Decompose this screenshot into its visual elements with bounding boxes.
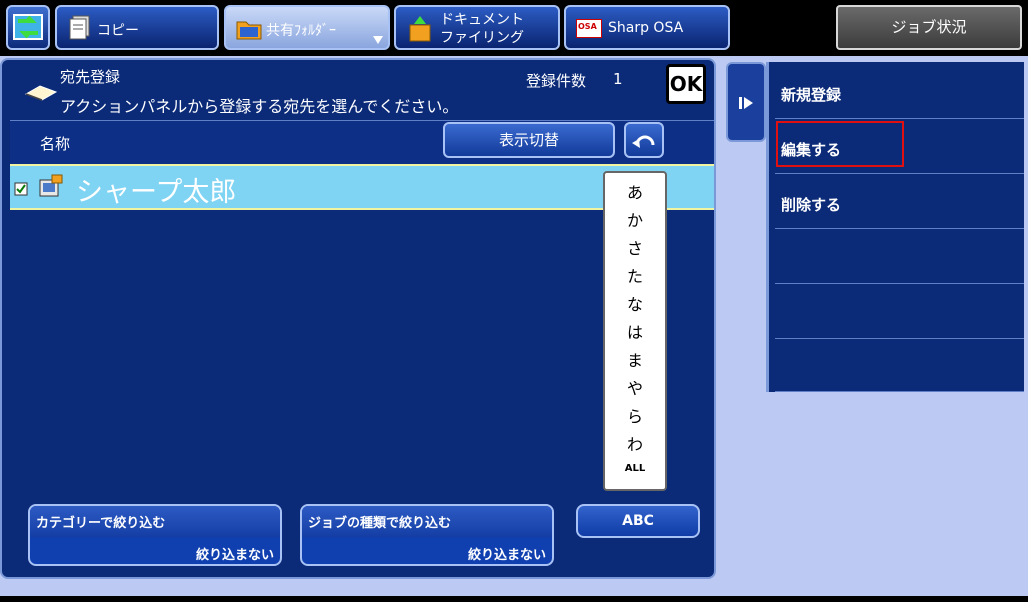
document-filing-icon: [409, 16, 431, 42]
action-panel-toggle[interactable]: [726, 62, 766, 142]
collapse-arrow-icon: [739, 97, 753, 109]
contact-name: シャープ太郎: [76, 177, 237, 208]
kana-index-item[interactable]: た: [605, 263, 665, 287]
kana-index-item[interactable]: な: [605, 291, 665, 315]
toggle-display-button[interactable]: 表示切替: [443, 122, 615, 158]
kana-index-item[interactable]: か: [605, 207, 665, 231]
kana-index-item[interactable]: は: [605, 319, 665, 343]
kana-index-item[interactable]: わ: [605, 431, 665, 455]
undo-icon: [632, 135, 655, 148]
tab-document-filing-label-1: ドキュメント: [440, 12, 524, 28]
tab-document-filing-label-2: ファイリング: [440, 30, 524, 46]
column-name-label: 名称: [40, 135, 71, 153]
kana-index-item[interactable]: さ: [605, 235, 665, 259]
book-icon: [24, 85, 58, 101]
home-refresh-icon: [13, 14, 43, 40]
checked-icon: [14, 182, 28, 196]
ok-button[interactable]: OK: [666, 64, 706, 104]
kana-index: あ か さ た な は ま や ら わ ALL: [603, 171, 667, 491]
edit-highlight-box: [776, 121, 904, 167]
job-status-button[interactable]: ジョブ状況: [836, 5, 1022, 50]
tab-document-filing[interactable]: ドキュメント ファイリング: [394, 5, 560, 50]
back-button[interactable]: [624, 122, 664, 158]
count-label: 登録件数: [526, 72, 587, 90]
kana-index-item[interactable]: あ: [605, 179, 665, 203]
jobtype-filter-title: ジョブの種類で絞り込む: [302, 506, 552, 537]
action-new-registration[interactable]: 新規登録: [775, 64, 1024, 119]
action-empty-slot: [775, 229, 1024, 284]
kana-index-all[interactable]: ALL: [605, 463, 665, 474]
jobtype-filter-button[interactable]: ジョブの種類で絞り込む 絞り込まない: [300, 504, 554, 566]
tab-shared-folder[interactable]: 共有ﾌｫﾙﾀﾞｰ: [224, 5, 390, 50]
category-filter-value: 絞り込まない: [195, 548, 274, 563]
jobtype-filter-value: 絞り込まない: [467, 548, 546, 563]
kana-index-item[interactable]: や: [605, 375, 665, 399]
count-value: 1: [613, 70, 623, 88]
tab-sharp-osa-label: Sharp OSA: [608, 20, 684, 36]
action-empty-slot: [775, 284, 1024, 339]
page-title: 宛先登録: [60, 68, 121, 86]
osa-icon: OSA: [576, 19, 602, 38]
folder-icon: [236, 21, 262, 40]
action-delete[interactable]: 削除する: [775, 174, 1024, 229]
tab-copy[interactable]: コピー: [55, 5, 219, 50]
kana-index-item[interactable]: ら: [605, 403, 665, 427]
osa-icon-text: OSA: [578, 22, 597, 31]
home-button[interactable]: [6, 5, 50, 50]
tab-sharp-osa[interactable]: OSA Sharp OSA: [564, 5, 730, 50]
category-filter-title: カテゴリーで絞り込む: [30, 506, 280, 537]
abc-button[interactable]: ABC: [576, 504, 700, 538]
kana-index-item[interactable]: ま: [605, 347, 665, 371]
instruction-text: アクションパネルから登録する宛先を選んでください。: [60, 97, 459, 116]
action-empty-slot: [775, 339, 1024, 392]
tab-copy-label: コピー: [97, 23, 139, 39]
contact-icon: [39, 174, 63, 197]
tab-shared-folder-label: 共有ﾌｫﾙﾀﾞｰ: [266, 23, 336, 39]
copy-icon: [69, 15, 90, 40]
dropdown-arrow-icon: [373, 36, 383, 44]
category-filter-button[interactable]: カテゴリーで絞り込む 絞り込まない: [28, 504, 282, 566]
bottom-border: [0, 596, 1028, 602]
